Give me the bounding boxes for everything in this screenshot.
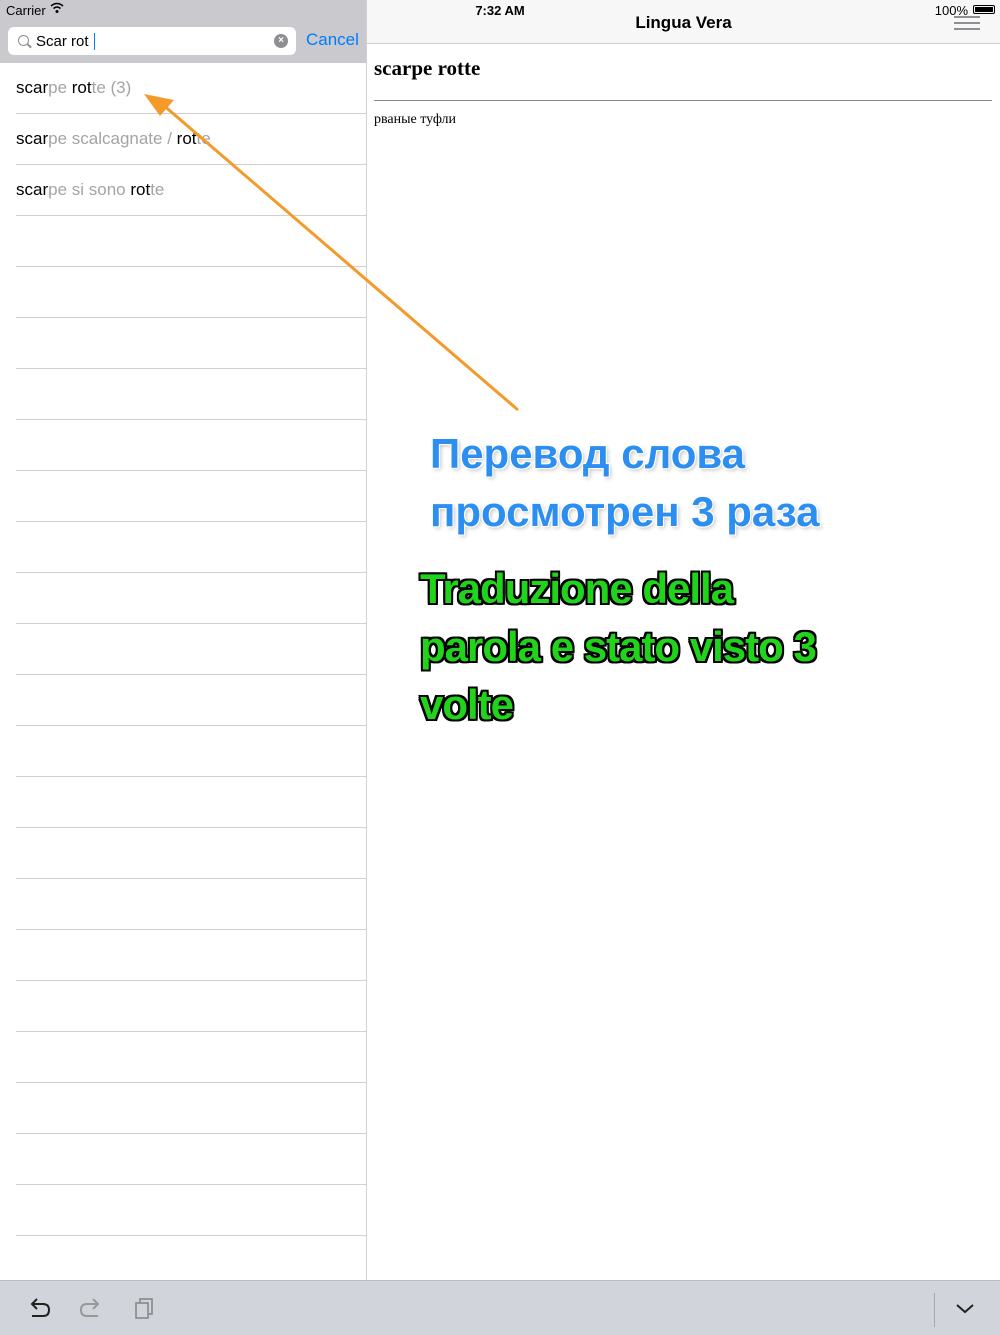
- empty-row: [16, 1134, 366, 1185]
- result-item[interactable]: scarpe si sono rotte: [16, 165, 366, 216]
- entry-translation: рваные туфли: [374, 112, 457, 127]
- rest-text: te (3): [91, 78, 132, 97]
- status-bar: Carrier 7:32 AM 100%: [0, 0, 1000, 20]
- empty-row: [16, 879, 366, 930]
- empty-row: [16, 318, 366, 369]
- result-item[interactable]: scarpe scalcagnate / rotte: [16, 114, 366, 165]
- rest-text: pe scalcagnate /: [48, 129, 177, 148]
- annotation-russian: Перевод слова просмотрен 3 раза: [430, 425, 819, 541]
- empty-row: [16, 1083, 366, 1134]
- cancel-button[interactable]: Cancel: [306, 30, 359, 50]
- text-caret: [94, 33, 95, 50]
- empty-row: [16, 420, 366, 471]
- empty-row: [16, 1032, 366, 1083]
- rest-text: pe si sono: [48, 180, 131, 199]
- annotation-italian: Traduzione della parola e stato visto 3 …: [420, 560, 890, 734]
- match-text: rot: [130, 180, 151, 199]
- match-text: scar: [16, 78, 49, 97]
- empty-row: [16, 726, 366, 777]
- divider: [374, 100, 992, 101]
- search-field[interactable]: ×: [8, 27, 296, 55]
- annotation-line: просмотрен 3 раза: [430, 488, 820, 535]
- search-icon: [18, 35, 29, 46]
- match-text: scar: [16, 129, 49, 148]
- empty-row: [16, 675, 366, 726]
- annotation-line: Traduzione della: [420, 565, 734, 612]
- empty-row: [16, 624, 366, 675]
- toolbar-divider: [934, 1293, 935, 1327]
- rest-text: pe: [48, 78, 72, 97]
- clear-icon[interactable]: ×: [274, 34, 288, 48]
- match-text: rot: [71, 78, 92, 97]
- rest-text: te: [150, 180, 165, 199]
- empty-row: [16, 981, 366, 1032]
- empty-row: [16, 573, 366, 624]
- empty-row: [16, 1185, 366, 1236]
- match-text: rot: [176, 129, 197, 148]
- clock: 7:32 AM: [475, 3, 525, 18]
- battery-percent: 100%: [934, 3, 968, 18]
- search-input[interactable]: [36, 33, 266, 50]
- battery-icon: [973, 5, 995, 14]
- chevron-down-icon[interactable]: [950, 1293, 980, 1323]
- empty-row: [16, 777, 366, 828]
- match-text: scar: [16, 180, 49, 199]
- empty-row: [16, 930, 366, 981]
- results-list: scarpe rotte (3) scarpe scalcagnate / ro…: [16, 63, 366, 1236]
- empty-row: [16, 267, 366, 318]
- search-sidebar: × Cancel scarpe rotte (3) scarpe scalcag…: [0, 0, 367, 1280]
- bottom-toolbar: [0, 1280, 1000, 1335]
- entry-title: scarpe rotte: [374, 56, 481, 80]
- redo-icon[interactable]: [76, 1293, 106, 1323]
- result-item[interactable]: scarpe rotte (3): [16, 63, 366, 114]
- entry-content: scarpe rotte рваные туфли: [374, 52, 992, 127]
- empty-row: [16, 471, 366, 522]
- rest-text: te: [196, 129, 211, 148]
- annotation-line: volte: [420, 681, 514, 728]
- empty-row: [16, 522, 366, 573]
- annotation-line: parola e stato visto 3: [420, 623, 817, 670]
- undo-icon[interactable]: [24, 1293, 54, 1323]
- empty-row: [16, 216, 366, 267]
- annotation-line: Перевод слова: [430, 430, 746, 477]
- empty-row: [16, 828, 366, 879]
- copy-icon[interactable]: [130, 1293, 160, 1323]
- empty-row: [16, 369, 366, 420]
